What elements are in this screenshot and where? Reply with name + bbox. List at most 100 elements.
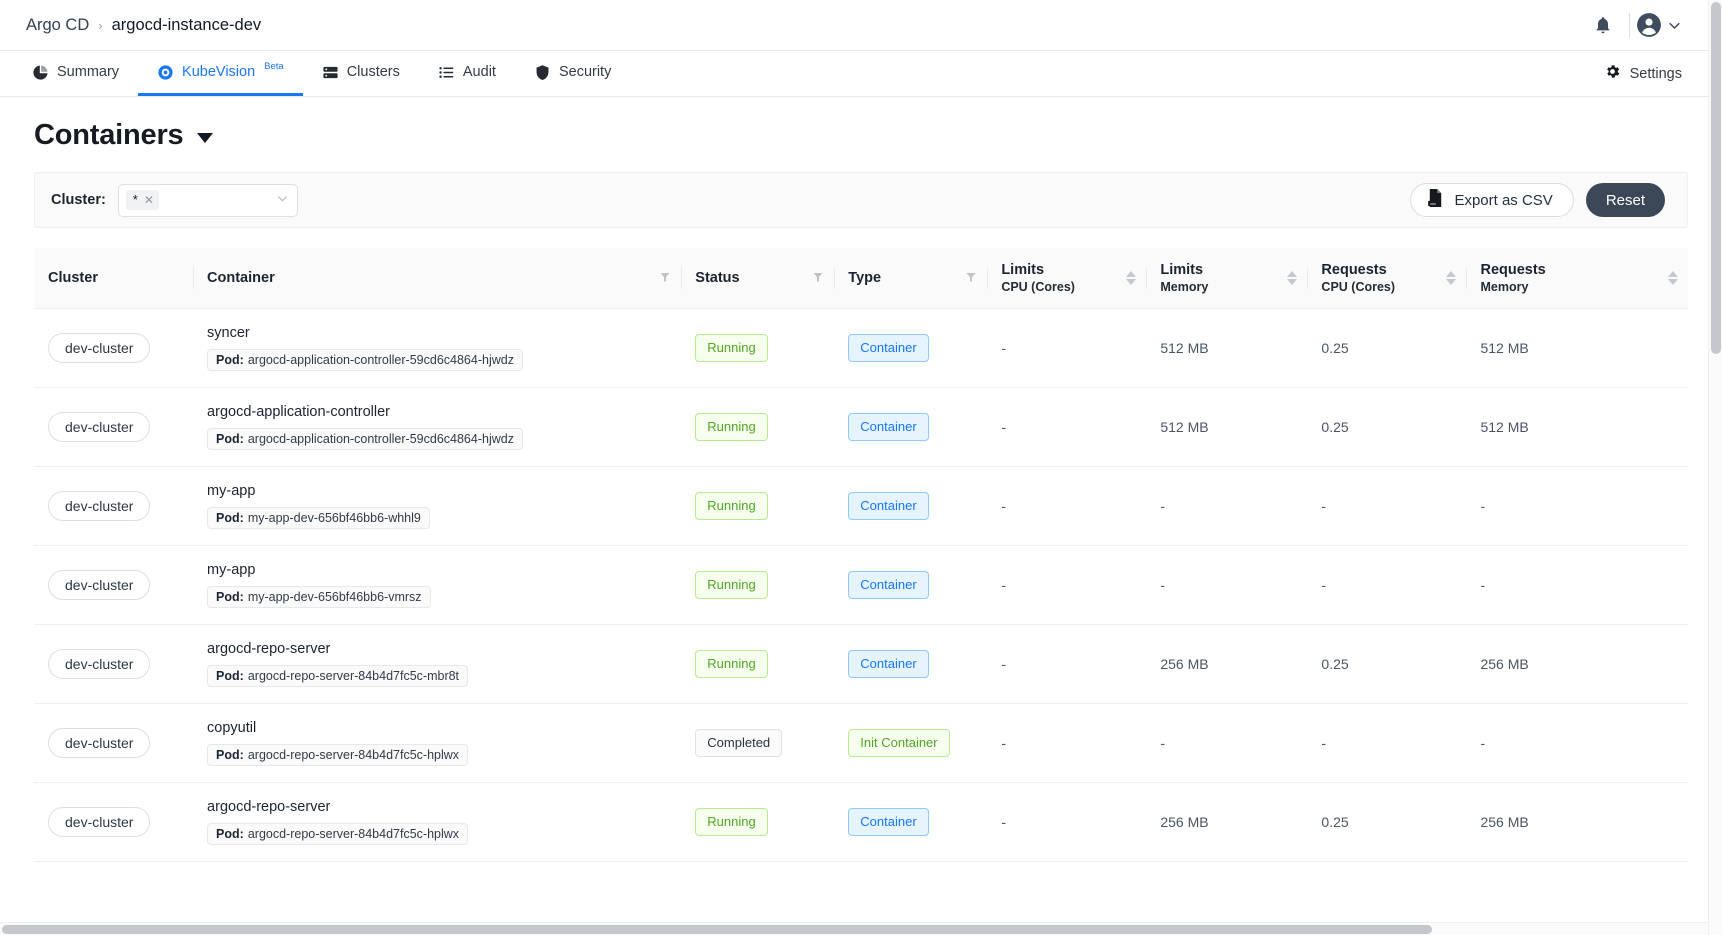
- top-bar: Argo CD › argocd-instance-dev: [0, 0, 1708, 51]
- sort-toggle-icon[interactable]: [1126, 271, 1137, 285]
- col-header-container[interactable]: Container: [193, 248, 682, 309]
- col-header-status[interactable]: Status: [681, 248, 835, 309]
- table-row[interactable]: dev-cluster my-app Pod: my-app-dev-656bf46b…: [34, 466, 1688, 546]
- sort-toggle-icon[interactable]: [1446, 271, 1457, 285]
- table-row[interactable]: dev-cluster my-app Pod: my-app-dev-656bf46b…: [34, 545, 1688, 625]
- cell-requests-memory: -: [1466, 703, 1688, 783]
- pod-chip[interactable]: Pod: my-app-dev-656bf46bb6-vmrsz: [207, 586, 431, 608]
- cell-limits-memory: -: [1146, 703, 1308, 783]
- cell-container: argocd-repo-server Pod: argocd-repo-server…: [193, 782, 682, 862]
- cell-requests-cpu: -: [1307, 466, 1467, 546]
- tab-summary[interactable]: Summary: [28, 51, 138, 96]
- export-csv-button[interactable]: csv Export as CSV: [1410, 183, 1574, 217]
- col-header-requests-cpu[interactable]: Requests CPU (Cores): [1307, 248, 1467, 309]
- col-header-requests-memory[interactable]: Requests Memory: [1466, 248, 1688, 309]
- table-row[interactable]: dev-cluster argocd-application-controller…: [34, 387, 1688, 467]
- cluster-pill[interactable]: dev-cluster: [48, 412, 151, 442]
- cell-requests-memory: 256 MB: [1466, 782, 1688, 862]
- cluster-pill[interactable]: dev-cluster: [48, 333, 151, 363]
- table-row[interactable]: dev-cluster syncer Pod: argocd-application-…: [34, 308, 1688, 388]
- tab-security[interactable]: Security: [515, 51, 630, 96]
- cell-container: argocd-repo-server Pod: argocd-repo-server…: [193, 624, 682, 704]
- breadcrumb-root[interactable]: Argo CD: [26, 16, 89, 35]
- cluster-pill[interactable]: dev-cluster: [48, 649, 151, 679]
- cell-limits-cpu: -: [987, 466, 1147, 546]
- account-menu-button[interactable]: [1636, 12, 1686, 38]
- breadcrumb-current[interactable]: argocd-instance-dev: [112, 16, 262, 35]
- container-name[interactable]: syncer: [207, 325, 681, 341]
- status-badge: Running: [695, 808, 768, 836]
- cell-type: Container: [834, 387, 988, 467]
- close-x-icon[interactable]: ✕: [144, 192, 154, 208]
- cluster-pill[interactable]: dev-cluster: [48, 728, 151, 758]
- cluster-filter-label: Cluster:: [51, 192, 106, 208]
- type-badge: Container: [848, 492, 929, 520]
- pod-chip[interactable]: Pod: argocd-repo-server-84b4d7fc5c-hplwx: [207, 744, 469, 766]
- horizontal-scrollbar-thumb[interactable]: [2, 925, 1432, 934]
- sort-toggle-icon[interactable]: [1287, 271, 1298, 285]
- nav-tabs: Summary KubeVision Beta Clusters Audit S…: [28, 51, 630, 96]
- vertical-scrollbar[interactable]: [1708, 0, 1722, 935]
- cell-status: Running: [681, 308, 835, 388]
- cell-container: my-app Pod: my-app-dev-656bf46bb6-whhl9: [193, 466, 682, 546]
- notifications-button[interactable]: [1583, 5, 1623, 45]
- pod-chip[interactable]: Pod: argocd-application-controller-59cd6c…: [207, 428, 523, 450]
- pod-chip[interactable]: Pod: argocd-repo-server-84b4d7fc5c-hplwx: [207, 823, 469, 845]
- col-header-limits-memory-sub: Memory: [1160, 280, 1209, 294]
- cluster-select[interactable]: * ✕: [117, 183, 298, 217]
- cell-status: Completed: [681, 703, 835, 783]
- cell-cluster: dev-cluster: [34, 466, 194, 546]
- table-row[interactable]: dev-cluster argocd-repo-server Pod: argocd-…: [34, 782, 1688, 862]
- tab-kubevision[interactable]: KubeVision Beta: [138, 51, 303, 96]
- containers-table-wrap: Cluster Container Status Type Limits CPU…: [34, 248, 1688, 862]
- export-csv-label: Export as CSV: [1454, 191, 1553, 209]
- col-header-limits-cpu[interactable]: Limits CPU (Cores): [987, 248, 1147, 309]
- list-icon: [438, 64, 455, 81]
- cluster-pill[interactable]: dev-cluster: [48, 570, 151, 600]
- col-header-limits-memory[interactable]: Limits Memory: [1146, 248, 1308, 309]
- caret-down-icon[interactable]: [197, 133, 214, 143]
- chevron-down-icon: [1669, 22, 1680, 29]
- container-name[interactable]: argocd-application-controller: [207, 404, 681, 420]
- cluster-pill[interactable]: dev-cluster: [48, 807, 151, 837]
- gear-icon: [1604, 63, 1621, 84]
- cell-limits-memory: -: [1146, 466, 1308, 546]
- cluster-pill[interactable]: dev-cluster: [48, 491, 151, 521]
- reset-button[interactable]: Reset: [1585, 183, 1665, 217]
- col-header-type[interactable]: Type: [834, 248, 988, 309]
- cell-limits-cpu: -: [987, 703, 1147, 783]
- main-nav: Summary KubeVision Beta Clusters Audit S…: [0, 51, 1708, 97]
- breadcrumb-separator-icon: ›: [98, 17, 103, 33]
- chevron-down-icon[interactable]: [276, 192, 289, 208]
- pod-chip[interactable]: Pod: argocd-repo-server-84b4d7fc5c-mbr8t: [207, 665, 469, 687]
- status-badge: Running: [695, 334, 768, 362]
- containers-table: Cluster Container Status Type Limits CPU…: [34, 248, 1688, 862]
- type-badge: Container: [848, 650, 929, 678]
- sort-toggle-icon[interactable]: [1668, 271, 1678, 285]
- filter-funnel-icon[interactable]: [812, 271, 824, 285]
- cell-status: Running: [681, 387, 835, 467]
- pod-chip[interactable]: Pod: argocd-application-controller-59cd6c…: [207, 349, 523, 371]
- type-badge: Container: [848, 413, 929, 441]
- tab-clusters[interactable]: Clusters: [303, 51, 419, 96]
- cell-limits-memory: 256 MB: [1146, 782, 1308, 862]
- col-header-cluster[interactable]: Cluster: [34, 248, 194, 309]
- pod-chip[interactable]: Pod: my-app-dev-656bf46bb6-whhl9: [207, 507, 430, 529]
- shield-icon: [534, 64, 551, 81]
- horizontal-scrollbar[interactable]: [0, 922, 1708, 935]
- container-name[interactable]: copyutil: [207, 720, 681, 736]
- vertical-scrollbar-thumb[interactable]: [1711, 2, 1721, 354]
- server-stack-icon: [322, 64, 339, 81]
- cell-requests-memory: 512 MB: [1466, 308, 1688, 388]
- container-name[interactable]: my-app: [207, 483, 681, 499]
- filter-funnel-icon[interactable]: [965, 271, 977, 285]
- table-row[interactable]: dev-cluster argocd-repo-server Pod: argocd-…: [34, 624, 1688, 704]
- filter-funnel-icon[interactable]: [659, 271, 671, 285]
- container-name[interactable]: my-app: [207, 562, 681, 578]
- tab-audit[interactable]: Audit: [419, 51, 515, 96]
- type-badge: Init Container: [848, 729, 950, 757]
- table-row[interactable]: dev-cluster copyutil Pod: argocd-repo-serve…: [34, 703, 1688, 783]
- settings-button[interactable]: Settings: [1604, 51, 1686, 96]
- container-name[interactable]: argocd-repo-server: [207, 799, 681, 815]
- container-name[interactable]: argocd-repo-server: [207, 641, 681, 657]
